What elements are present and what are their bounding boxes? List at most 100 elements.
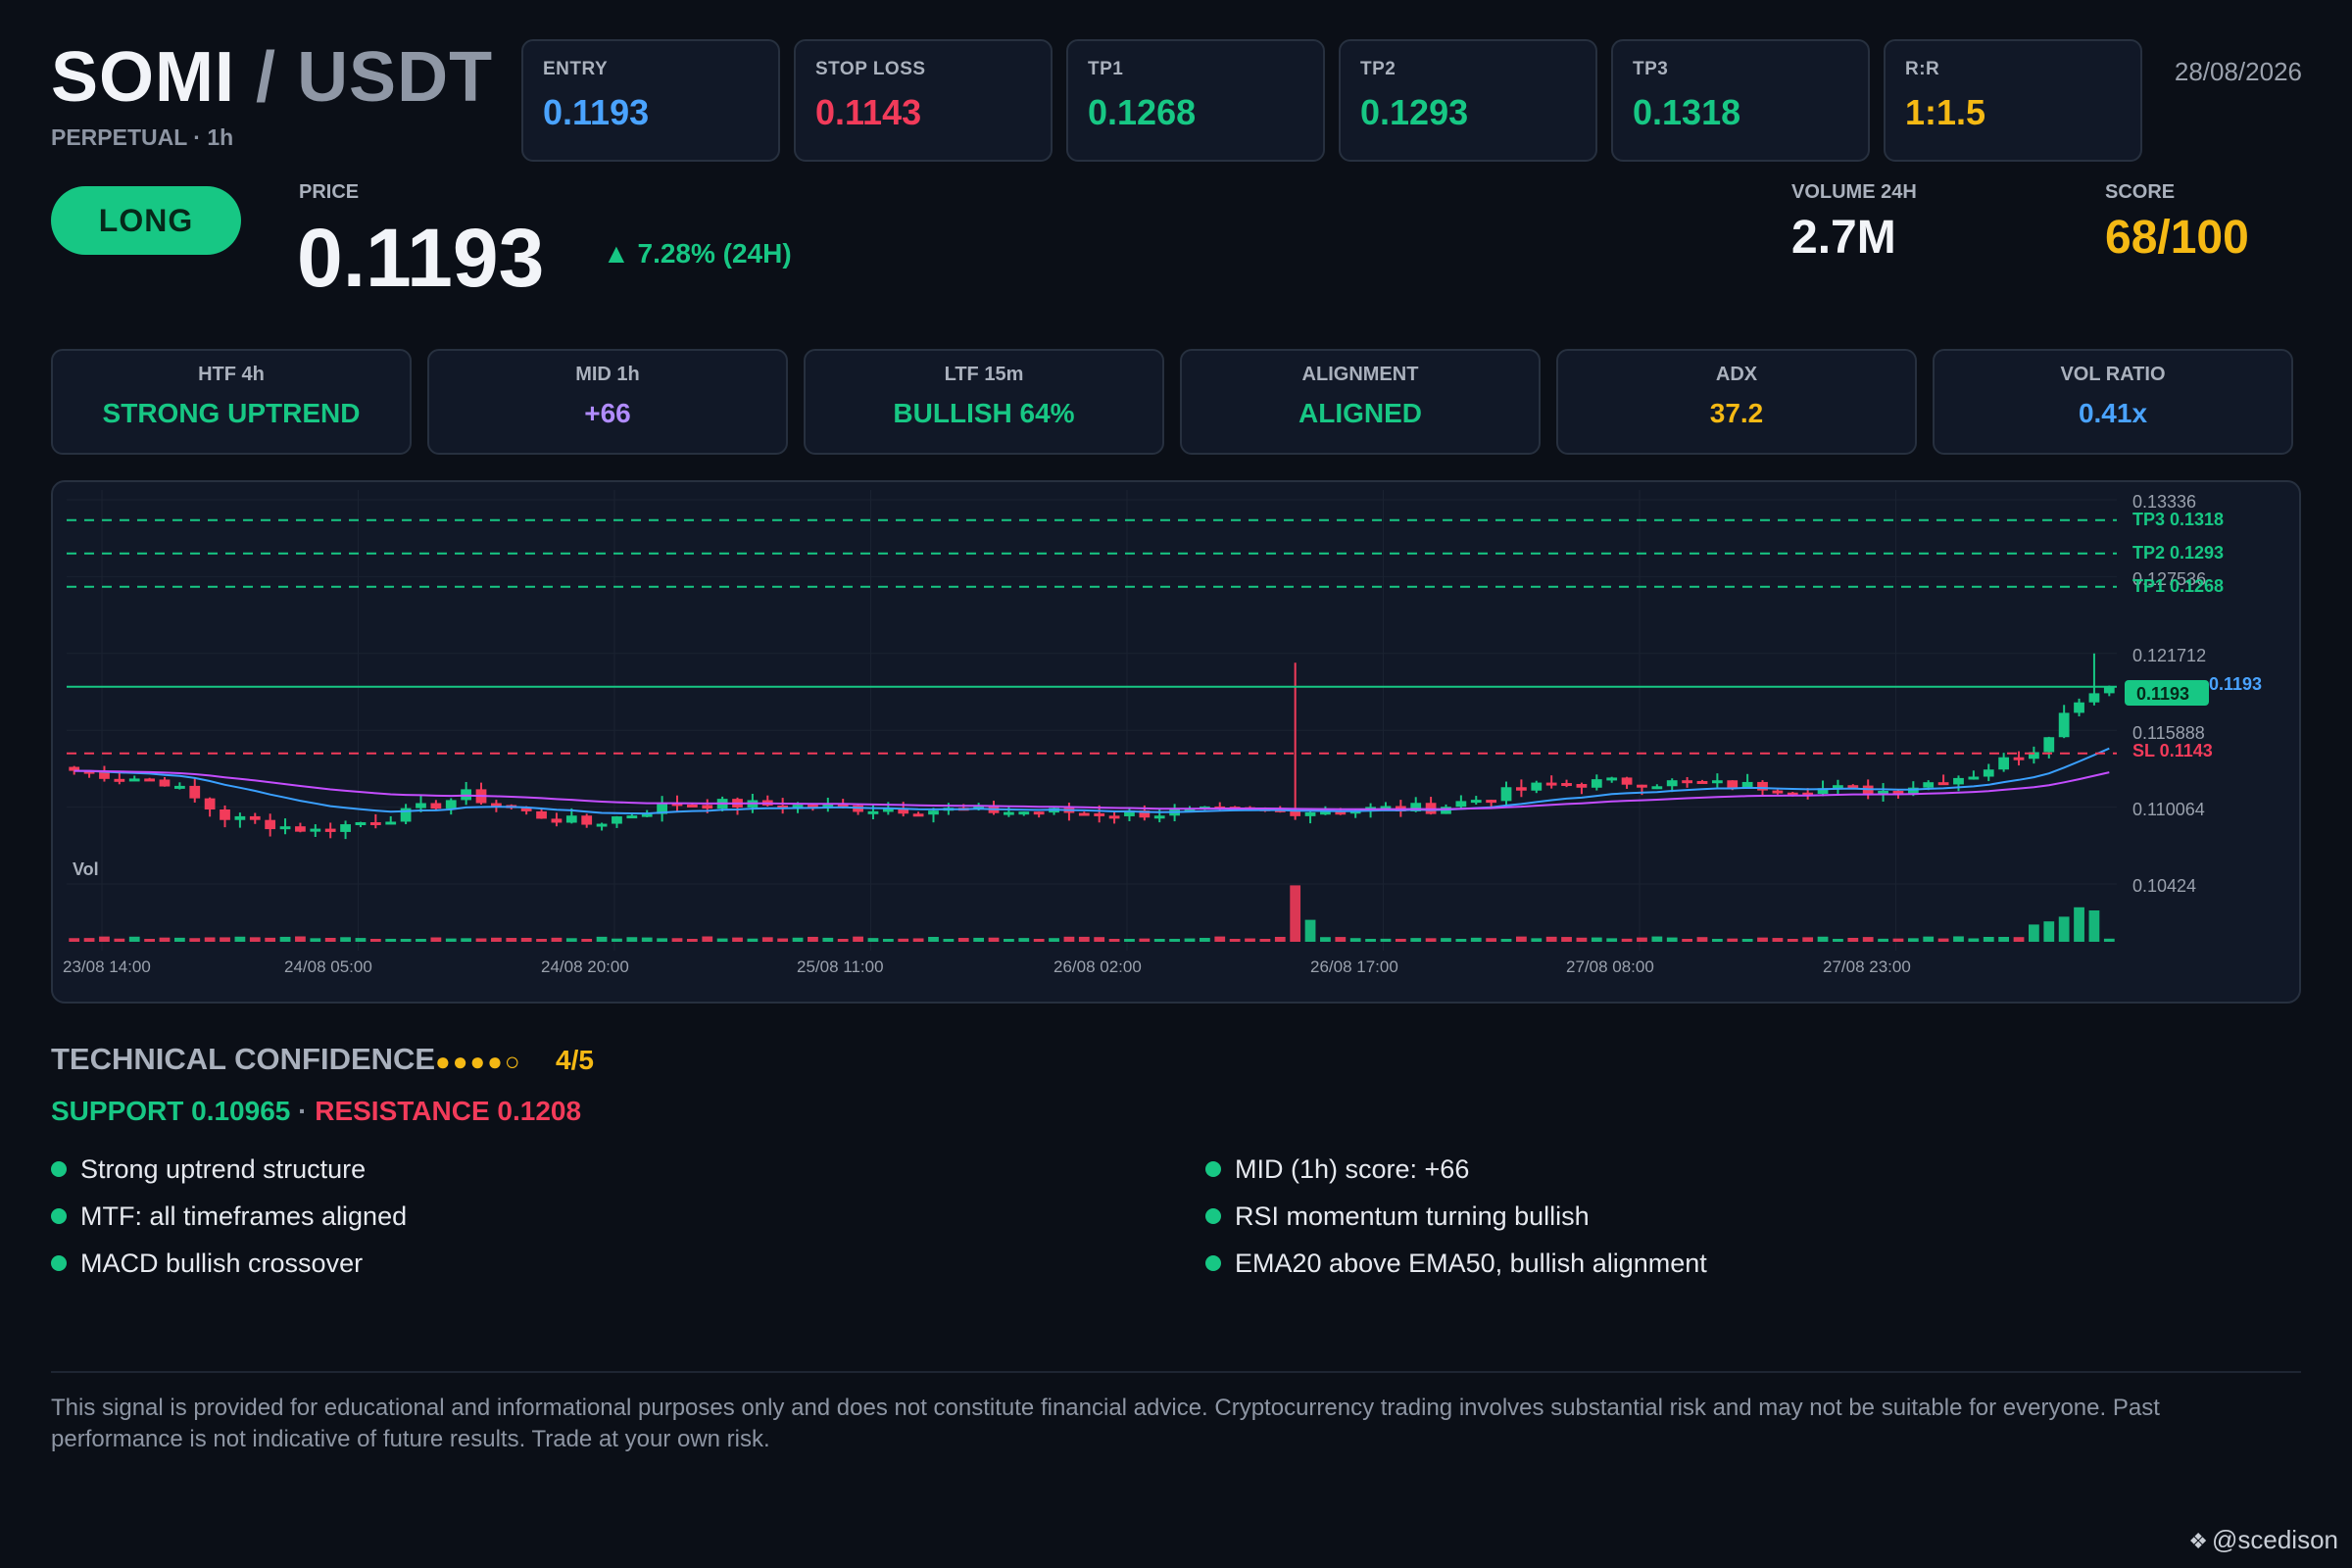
volume-bar (973, 937, 985, 942)
entry-box: ENTRY 0.1193 (521, 39, 780, 162)
last-price-tag: 0.1193 (2136, 684, 2189, 704)
stop-loss-box: STOP LOSS 0.1143 (794, 39, 1053, 162)
volume-bar (1004, 939, 1014, 942)
tp2-label: TP2 (1360, 59, 1396, 79)
stop-loss-label: STOP LOSS (815, 59, 926, 79)
volume-bar (1651, 936, 1663, 942)
volume-bar (1576, 937, 1588, 942)
price-label: PRICE (299, 181, 360, 203)
quote-asset: USDT (297, 38, 494, 117)
candle-body (355, 822, 367, 826)
entry-value: 0.1193 (543, 92, 650, 132)
candle-body (340, 824, 351, 832)
volume-bar (1214, 936, 1226, 942)
metric-alignment: ALIGNMENT ALIGNED (1180, 349, 1541, 455)
metric-ltf: LTF 15m BULLISH 64% (804, 349, 1164, 455)
tp1-line-label: TP1 0.1268 (2132, 576, 2224, 596)
bullet-icon (51, 1207, 67, 1224)
volume-bar (1923, 936, 1935, 942)
candle-body (1094, 812, 1105, 816)
tp3-value: 0.1318 (1633, 92, 1741, 132)
volume-bar (1907, 938, 1919, 942)
volume-bar (1094, 937, 1105, 942)
volume-bar (898, 938, 909, 942)
candle-body (369, 822, 381, 826)
candle-body (1651, 786, 1663, 790)
volume-bar (1395, 938, 1406, 942)
volume-bar (671, 938, 683, 942)
x-tick-label: 23/08 14:00 (63, 957, 151, 976)
volume-bar (1621, 938, 1633, 942)
volume-bar (1124, 939, 1135, 942)
volume-bar (234, 936, 246, 942)
candle-body (1666, 780, 1678, 787)
volume-bar (1545, 936, 1557, 942)
volume-bar (882, 939, 894, 942)
volume-bar (581, 939, 593, 942)
volume-bars (69, 885, 2115, 942)
volume-bar (1380, 938, 1392, 942)
volume-bar (475, 938, 487, 942)
volume-pane-label: Vol (73, 859, 99, 879)
candle-body (2074, 702, 2084, 713)
volume-label: VOLUME 24H (1791, 181, 1917, 203)
volume-bar (324, 937, 336, 942)
bullet-icon (1205, 1160, 1221, 1177)
volume-bar (295, 936, 306, 942)
metric-alignment-value: ALIGNED (1298, 398, 1422, 428)
reason-text: MTF: all timeframes aligned (80, 1201, 408, 1231)
volume-bar (1983, 936, 1994, 942)
support-resistance: SUPPORT 0.10965 · RESISTANCE 0.1208 (51, 1096, 581, 1127)
volume-bar (1441, 938, 1451, 942)
volume-bar (204, 937, 216, 942)
volume-bar (173, 937, 185, 942)
bullet-icon (1205, 1207, 1221, 1224)
metric-htf-value: STRONG UPTREND (102, 398, 361, 428)
candle-body (1637, 784, 1647, 788)
candle-body (1078, 812, 1090, 816)
chart-canvas[interactable]: 0.13336 0.127536 0.121712 0.115888 0.110… (53, 482, 2301, 1004)
metric-adx: ADX 37.2 (1556, 349, 1917, 455)
metric-vol-ratio-value: 0.41x (2078, 398, 2148, 428)
risk-reward-value: 1:1.5 (1905, 92, 1986, 132)
reason-item: EMA20 above EMA50, bullish alignment (1205, 1249, 1707, 1279)
x-tick-label: 24/08 20:00 (541, 957, 629, 976)
volume-bar (702, 936, 713, 942)
price-value: 0.1193 (297, 212, 545, 304)
volume-bar (1018, 938, 1030, 942)
volume-bar (1561, 937, 1572, 942)
volume-bar (1274, 936, 1286, 942)
x-tick-label: 26/08 02:00 (1054, 957, 1142, 976)
base-asset: SOMI (51, 38, 236, 117)
candle-body (1545, 782, 1557, 786)
candle-body (536, 810, 547, 819)
x-tick-label: 26/08 17:00 (1310, 957, 1398, 976)
volume-bar (1817, 936, 1829, 942)
volume-bar (1486, 938, 1497, 942)
sl-line-label: SL 0.1143 (2132, 741, 2213, 760)
confidence-score: 4/5 (556, 1045, 594, 1075)
tp1-box: TP1 0.1268 (1066, 39, 1325, 162)
metric-adx-label: ADX (1715, 364, 1758, 385)
direction-badge: LONG (51, 186, 241, 255)
metric-ltf-label: LTF 15m (944, 364, 1024, 385)
volume-bar (1470, 937, 1482, 942)
volume-bar (1772, 938, 1784, 942)
metric-mid-label: MID 1h (575, 364, 640, 385)
volume-bar (1727, 938, 1739, 942)
price-chart[interactable]: 0.13336 0.127536 0.121712 0.115888 0.110… (51, 480, 2301, 1004)
confidence-title: TECHNICAL CONFIDENCE (51, 1042, 436, 1076)
volume-bar (747, 938, 759, 942)
volume-bar (1666, 937, 1678, 942)
candle-body (1561, 783, 1572, 787)
volume-bar (99, 936, 110, 942)
volume-bar (2013, 937, 2025, 942)
volume-bar (400, 939, 412, 942)
x-tick-label: 27/08 08:00 (1566, 957, 1654, 976)
volume-bar (416, 939, 426, 942)
reason-item: MACD bullish crossover (51, 1249, 363, 1279)
candle-body (686, 804, 698, 808)
metric-vol-ratio: VOL RATIO 0.41x (1933, 349, 2293, 455)
volume-bar (1455, 939, 1467, 942)
volume-bar (1259, 939, 1271, 942)
